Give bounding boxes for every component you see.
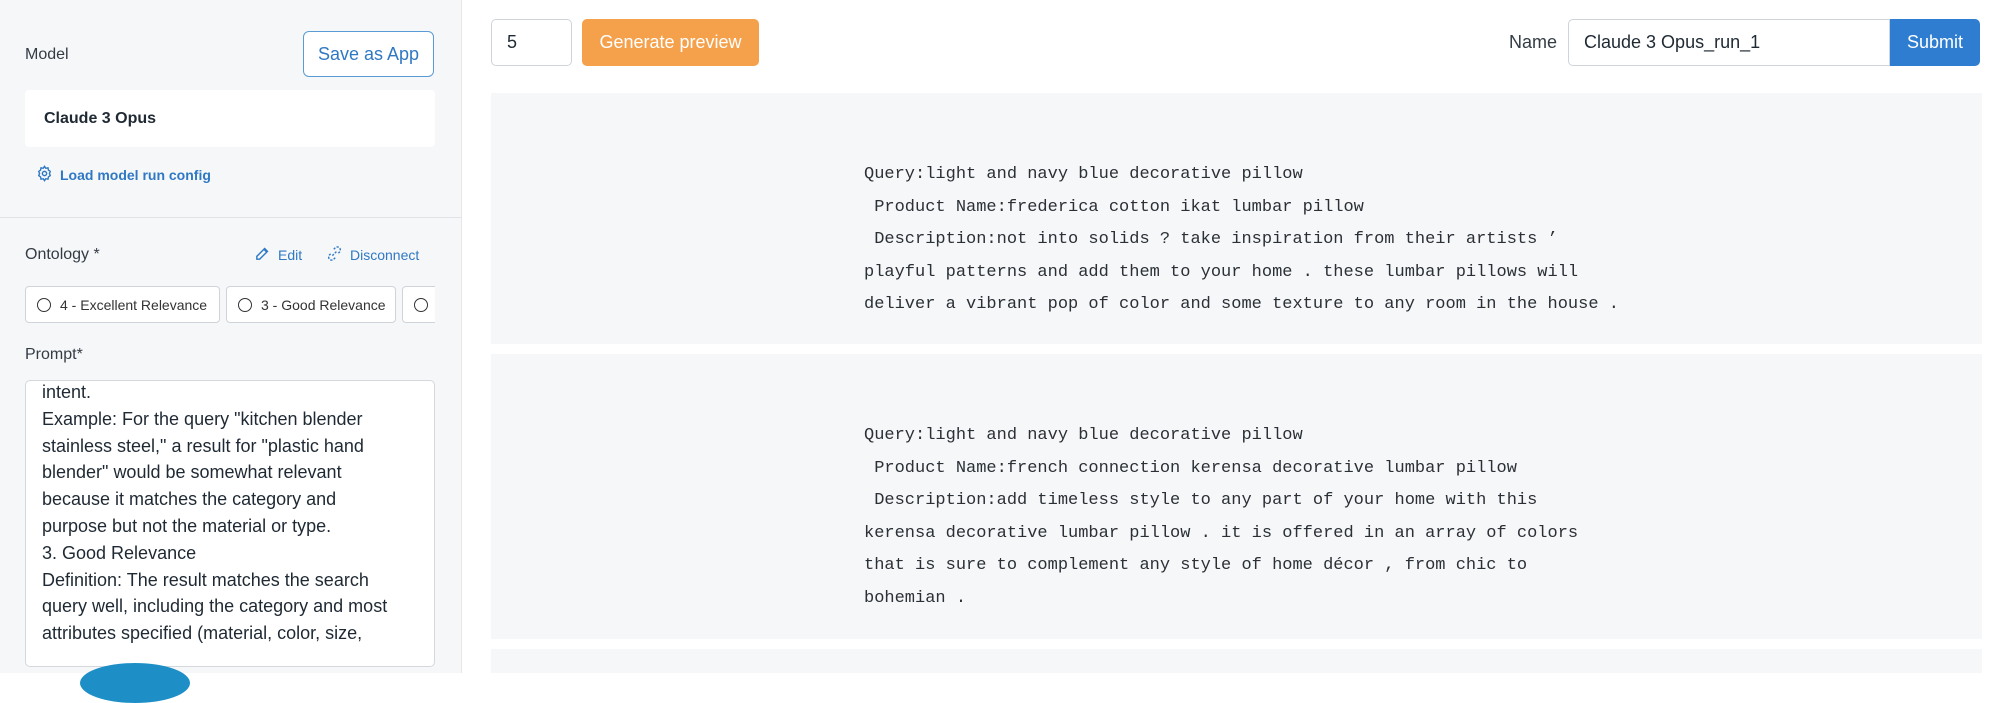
disconnect-button[interactable]: Disconnect: [326, 245, 419, 265]
load-config-link[interactable]: Load model run config: [36, 165, 211, 185]
model-select[interactable]: Claude 3 Opus: [25, 90, 435, 147]
preview-card: Query:light and navy blue decorative pil…: [491, 93, 1982, 344]
name-input[interactable]: Claude 3 Opus_run_1: [1568, 19, 1890, 66]
radio-icon: [37, 297, 51, 312]
prompt-textarea[interactable]: intent. Example: For the query "kitchen …: [25, 380, 435, 667]
model-label: Model: [25, 46, 69, 63]
main-panel: 5 Generate preview Name Claude 3 Opus_ru…: [463, 0, 2000, 673]
preview-card: [491, 649, 1982, 673]
help-widget[interactable]: [80, 663, 190, 703]
option-partial[interactable]: [402, 286, 435, 323]
model-value: Claude 3 Opus: [44, 109, 157, 127]
disconnect-label: Disconnect: [350, 247, 420, 263]
edit-button[interactable]: Edit: [254, 245, 302, 265]
radio-icon: [414, 297, 428, 312]
generate-preview-button[interactable]: Generate preview: [582, 19, 759, 66]
sidebar: Model Save as App Claude 3 Opus Load mod…: [0, 0, 462, 703]
gear-icon: [36, 165, 53, 185]
option-label: 3 - Good Relevance: [261, 296, 386, 313]
preview-card: Query:light and navy blue decorative pil…: [491, 354, 1982, 639]
load-config-label: Load model run config: [60, 167, 211, 183]
ontology-options: 4 - Excellent Relevance 3 - Good Relevan…: [25, 286, 435, 323]
name-label: Name: [1509, 32, 1558, 52]
submit-button[interactable]: Submit: [1890, 19, 1980, 66]
preview-card-text: Query:light and navy blue decorative pil…: [864, 165, 1619, 315]
preview-card-text: Query:light and navy blue decorative pil…: [864, 426, 1579, 608]
ontology-label: Ontology *: [25, 246, 100, 263]
unlink-icon: [326, 245, 343, 265]
prompt-label: Prompt*: [25, 346, 83, 363]
pencil-icon: [254, 245, 271, 265]
option-good-relevance[interactable]: 3 - Good Relevance: [226, 286, 396, 323]
option-excellent-relevance[interactable]: 4 - Excellent Relevance: [25, 286, 220, 323]
edit-label: Edit: [278, 247, 303, 263]
radio-icon: [238, 297, 252, 312]
divider: [0, 217, 462, 218]
option-label: 4 - Excellent Relevance: [60, 296, 208, 313]
prompt-text: intent. Example: For the query "kitchen …: [42, 382, 388, 644]
save-as-app-button[interactable]: Save as App: [303, 31, 434, 77]
preview-count-input[interactable]: 5: [491, 19, 572, 66]
